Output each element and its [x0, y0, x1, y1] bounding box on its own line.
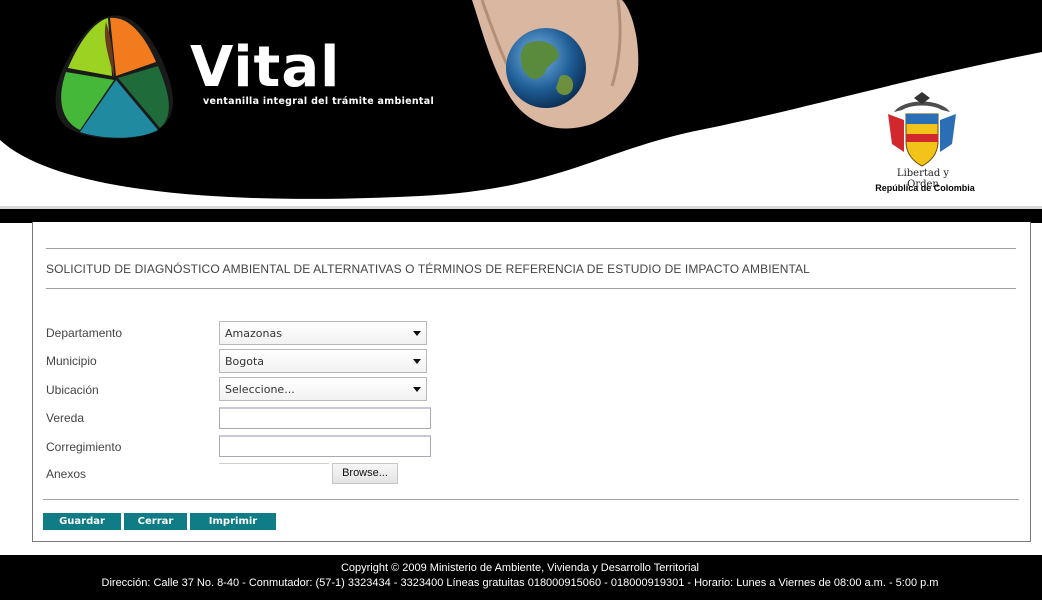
vital-logo-icon: [55, 15, 174, 139]
actions-divider: [43, 499, 1019, 500]
municipio-label: Municipio: [46, 354, 97, 368]
ubicacion-value: Seleccione...: [225, 383, 295, 396]
title-bottom-divider: [46, 288, 1016, 289]
brand-name: Vital: [190, 35, 341, 100]
form-title: SOLICITUD DE DIAGNÓSTICO AMBIENTAL DE AL…: [46, 262, 810, 276]
vereda-label: Vereda: [46, 411, 85, 425]
municipio-value: Bogota: [225, 355, 265, 368]
globe-in-hands-image: [472, 0, 639, 129]
departamento-select[interactable]: Amazonas: [219, 321, 427, 345]
anexos-file-path[interactable]: [219, 463, 329, 483]
ubicacion-select[interactable]: Seleccione...: [219, 377, 427, 401]
footer-copyright: Copyright © 2009 Ministerio de Ambiente,…: [340, 562, 700, 574]
country-name: República de Colombia: [875, 183, 975, 193]
chevron-down-icon: [413, 331, 421, 336]
header-banner: Vital ventanilla integral del trámite am…: [0, 0, 1042, 208]
chevron-down-icon: [413, 387, 421, 392]
corregimiento-input[interactable]: [219, 435, 431, 457]
chevron-down-icon: [413, 359, 421, 364]
anexos-label: Anexos: [46, 467, 87, 481]
municipio-select[interactable]: Bogota: [219, 349, 427, 373]
departamento-label: Departamento: [46, 326, 123, 340]
title-top-divider: [46, 248, 1016, 249]
cerrar-button[interactable]: Cerrar: [124, 513, 187, 530]
brand-tagline: ventanilla integral del trámite ambienta…: [203, 96, 435, 107]
footer: Copyright © 2009 Ministerio de Ambiente,…: [0, 555, 1042, 600]
header-black-band: [0, 209, 1042, 223]
departamento-value: Amazonas: [225, 327, 282, 340]
corregimiento-label: Corregimiento: [46, 440, 122, 454]
ubicacion-label: Ubicación: [46, 383, 99, 397]
imprimir-button[interactable]: Imprimir: [190, 513, 276, 530]
footer-contact: Dirección: Calle 37 No. 8-40 - Conmutado…: [101, 577, 939, 589]
colombia-coat-of-arms-icon: [888, 92, 956, 167]
browse-button[interactable]: Browse...: [332, 463, 398, 484]
vereda-input[interactable]: [219, 407, 431, 429]
guardar-button[interactable]: Guardar: [43, 513, 121, 530]
